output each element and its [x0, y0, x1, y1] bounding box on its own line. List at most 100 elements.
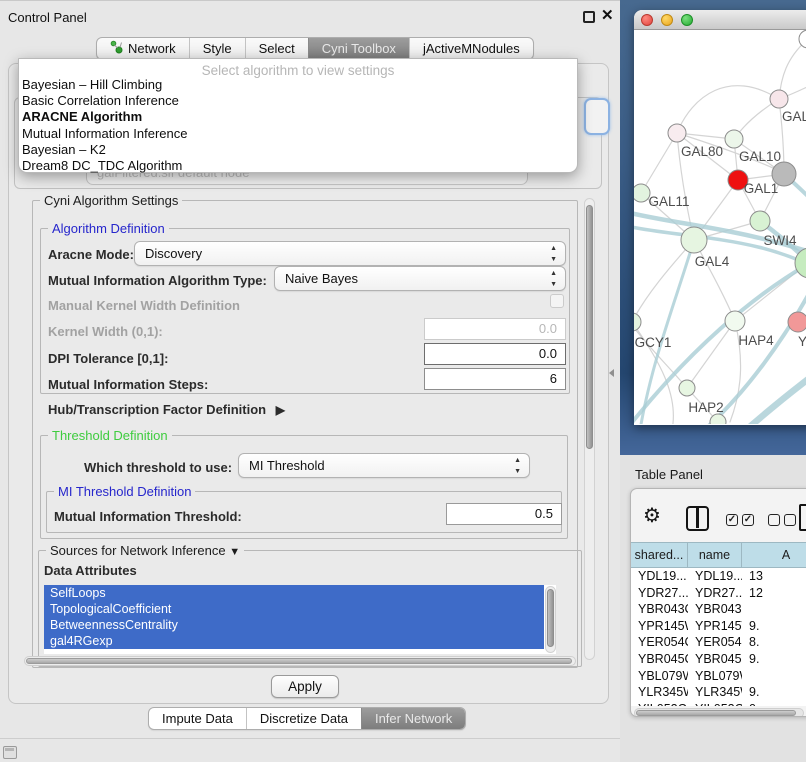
- network-view-window[interactable]: GALGAL80GAL10GAL1GAL11SWI4GAL4GCY1HAP4YH…: [634, 10, 806, 425]
- show-columns-icon[interactable]: [686, 506, 709, 531]
- algorithm-option-bayesian-hill-climbing[interactable]: Bayesian – Hill Climbing: [19, 77, 577, 93]
- float-window-icon[interactable]: [583, 11, 595, 23]
- select-all-columns-icon[interactable]: ✓✓: [726, 514, 754, 526]
- network-node-salmon[interactable]: [788, 312, 806, 332]
- dock-panel-icon[interactable]: [3, 746, 17, 759]
- node-label-gal11: GAL11: [648, 194, 689, 209]
- mi-threshold-label: Mutual Information Threshold:: [54, 509, 242, 524]
- attribute-item-topologicalcoefficient[interactable]: TopologicalCoefficient: [44, 601, 544, 617]
- sources-group-label[interactable]: Sources for Network Inference ▼: [46, 543, 244, 558]
- network-node-gray-node[interactable]: [772, 162, 796, 186]
- close-traffic-icon[interactable]: [641, 14, 653, 26]
- network-node-gal4[interactable]: [681, 227, 707, 253]
- minimize-traffic-icon[interactable]: [661, 14, 673, 26]
- tab-network[interactable]: Network: [97, 38, 189, 59]
- dpi-tolerance-field[interactable]: 0.0: [424, 343, 566, 365]
- settings-vertical-scrollbar[interactable]: [584, 198, 595, 660]
- table-row[interactable]: YIL052CYIL052C0.: [631, 701, 806, 706]
- table-row[interactable]: YPR145WYPR145W9.: [631, 618, 806, 635]
- cell: YDL19...: [688, 568, 742, 585]
- network-node-gal2[interactable]: [770, 90, 788, 108]
- bottom-tab-infer-network[interactable]: Infer Network: [361, 708, 465, 729]
- network-edge: [634, 240, 694, 322]
- data-attributes-label: Data Attributes: [44, 563, 137, 578]
- apply-button[interactable]: Apply: [271, 675, 339, 698]
- table-row[interactable]: YBR043CYBR043C: [631, 601, 806, 618]
- kernel-width-field[interactable]: 0.0: [424, 318, 566, 340]
- algorithm-option-aracne-algorithm[interactable]: ARACNE Algorithm: [19, 109, 577, 125]
- network-node-gal10[interactable]: [725, 130, 743, 148]
- table-panel-area: Table Panel ⚙ ✓✓ shared...nameA YDL19...…: [620, 455, 806, 762]
- tab-style[interactable]: Style: [189, 38, 245, 59]
- network-node-hap2[interactable]: [679, 380, 695, 396]
- table-rows[interactable]: YDL19...YDL19...13YDR27...YDR27...12YBR0…: [631, 568, 806, 706]
- attribute-list-scrollbar[interactable]: [545, 586, 556, 653]
- mi-type-combo[interactable]: Naive Bayes ▲▼: [274, 266, 566, 291]
- hub-definition-toggle[interactable]: Hub/Transcription Factor Definition ▶: [48, 402, 285, 417]
- network-graph: GALGAL80GAL10GAL1GAL11SWI4GAL4GCY1HAP4YH…: [634, 30, 806, 424]
- table-row[interactable]: YDR27...YDR27...12: [631, 585, 806, 602]
- algorithm-option-mutual-information-inference[interactable]: Mutual Information Inference: [19, 126, 577, 142]
- tab-select[interactable]: Select: [245, 38, 308, 59]
- table-header[interactable]: shared...nameA: [631, 542, 806, 568]
- attribute-item-selfloops[interactable]: SelfLoops: [44, 585, 544, 601]
- attribute-item-betweennesscentrality[interactable]: BetweennessCentrality: [44, 617, 544, 633]
- cell: YER054C: [631, 634, 688, 651]
- network-edge: [694, 240, 735, 321]
- close-icon[interactable]: ✕: [601, 6, 614, 24]
- attribute-item-gal4rgexp[interactable]: gal4RGexp: [44, 633, 544, 649]
- export-table-icon[interactable]: [799, 504, 806, 531]
- data-attributes-list[interactable]: SelfLoopsTopologicalCoefficientBetweenne…: [44, 585, 556, 654]
- column-header-name[interactable]: name: [688, 543, 742, 567]
- splitpane-collapse-icon[interactable]: [609, 369, 614, 377]
- which-threshold-combo[interactable]: MI Threshold ▲▼: [238, 453, 530, 478]
- aracne-mode-value: Discovery: [145, 246, 202, 261]
- network-icon: [110, 40, 123, 57]
- network-node-swi4[interactable]: [750, 211, 770, 231]
- cell: YBR045C: [688, 651, 742, 668]
- zoom-traffic-icon[interactable]: [681, 14, 693, 26]
- top-tab-bar: NetworkStyleSelectCyni ToolboxjActiveMNo…: [96, 37, 534, 60]
- dpi-tolerance-label: DPI Tolerance [0,1]:: [48, 351, 168, 366]
- network-window-titlebar[interactable]: [634, 10, 806, 30]
- table-row[interactable]: YER054CYER054C8.: [631, 634, 806, 651]
- algorithm-dropdown-prompt: Select algorithm to view settings: [19, 59, 577, 77]
- network-node-hap4[interactable]: [725, 311, 745, 331]
- algorithm-option-dream8-dc-tdc-algorithm[interactable]: Dream8 DC_TDC Algorithm: [19, 158, 577, 174]
- aracne-mode-combo[interactable]: Discovery ▲▼: [134, 241, 566, 266]
- table-row[interactable]: YBR045CYBR045C9.: [631, 651, 806, 668]
- algorithm-option-basic-correlation-inference[interactable]: Basic Correlation Inference: [19, 93, 577, 109]
- mi-threshold-field[interactable]: 0.5: [446, 503, 562, 525]
- table-row[interactable]: YDL19...YDL19...13: [631, 568, 806, 585]
- deselect-all-columns-icon[interactable]: [768, 514, 796, 526]
- settings-horizontal-scrollbar[interactable]: [24, 656, 576, 666]
- cell: YDR27...: [688, 585, 742, 602]
- table-row[interactable]: YBL079WYBL079W: [631, 668, 806, 685]
- network-node-top-partial[interactable]: [799, 30, 806, 48]
- table-horizontal-scrollbar[interactable]: [634, 708, 804, 717]
- cell: YBL079W: [631, 668, 688, 685]
- column-header-a[interactable]: A: [742, 543, 806, 567]
- table-row[interactable]: YLR345WYLR345W9.: [631, 684, 806, 701]
- bottom-tab-impute-data[interactable]: Impute Data: [149, 708, 246, 729]
- algorithm-option-bayesian-k2[interactable]: Bayesian – K2: [19, 142, 577, 158]
- node-label-gal10: GAL10: [739, 149, 781, 164]
- cell: YBR045C: [631, 651, 688, 668]
- node-label-gal80: GAL80: [681, 144, 723, 159]
- node-label-swi4: SWI4: [763, 233, 796, 248]
- column-header-shared-[interactable]: shared...: [631, 543, 688, 567]
- node-label-gal2: GAL: [782, 109, 806, 124]
- tab-jactivemnodules[interactable]: jActiveMNodules: [409, 38, 533, 59]
- mi-steps-field[interactable]: 6: [424, 368, 566, 390]
- tab-cyni-toolbox[interactable]: Cyni Toolbox: [308, 38, 409, 59]
- network-canvas[interactable]: GALGAL80GAL10GAL1GAL11SWI4GAL4GCY1HAP4YH…: [634, 30, 806, 424]
- which-threshold-label: Which threshold to use:: [84, 460, 232, 475]
- gear-icon[interactable]: ⚙: [643, 503, 661, 528]
- manual-kernel-checkbox[interactable]: [550, 294, 564, 308]
- bottom-tab-discretize-data[interactable]: Discretize Data: [246, 708, 361, 729]
- network-node-gal80[interactable]: [668, 124, 686, 142]
- network-node-gcy1[interactable]: [634, 313, 641, 331]
- control-panel-titlebar: Control Panel ✕: [0, 2, 620, 32]
- focused-combo-edge: [584, 98, 610, 135]
- threshold-definition-label: Threshold Definition: [48, 428, 172, 443]
